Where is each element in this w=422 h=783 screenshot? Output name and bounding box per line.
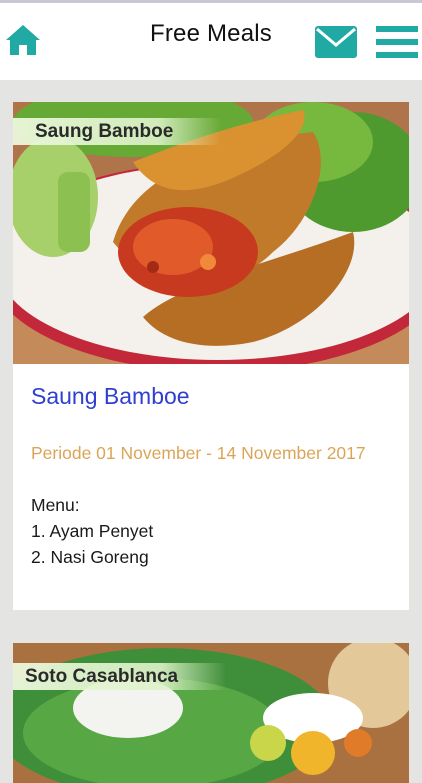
restaurant-ribbon: Saung Bamboe — [13, 118, 222, 145]
restaurant-ribbon: Soto Casablanca — [13, 663, 227, 690]
promo-period: Periode 01 November - 14 November 2017 — [31, 443, 366, 463]
hamburger-menu-icon — [376, 26, 418, 58]
mail-icon — [315, 26, 357, 58]
menu-list: Menu: 1. Ayam Penyet 2. Nasi Goreng — [31, 492, 153, 570]
mail-button[interactable] — [314, 24, 358, 60]
menu-heading: Menu: — [31, 495, 80, 515]
page-title: Free Meals — [149, 20, 273, 47]
restaurant-title-link[interactable]: Saung Bamboe — [31, 383, 190, 410]
meal-card[interactable]: Soto Casablanca — [13, 643, 409, 783]
meal-photo: Soto Casablanca — [13, 643, 409, 783]
meal-card[interactable]: Saung Bamboe Saung Bamboe Periode 01 Nov… — [13, 102, 409, 610]
menu-item: 1. Ayam Penyet — [31, 521, 154, 541]
menu-item: 2. Nasi Goreng — [31, 547, 149, 567]
meal-photo: Saung Bamboe — [13, 102, 409, 364]
hamburger-menu-button[interactable] — [376, 24, 418, 60]
app-header: Free Meals — [0, 0, 422, 80]
